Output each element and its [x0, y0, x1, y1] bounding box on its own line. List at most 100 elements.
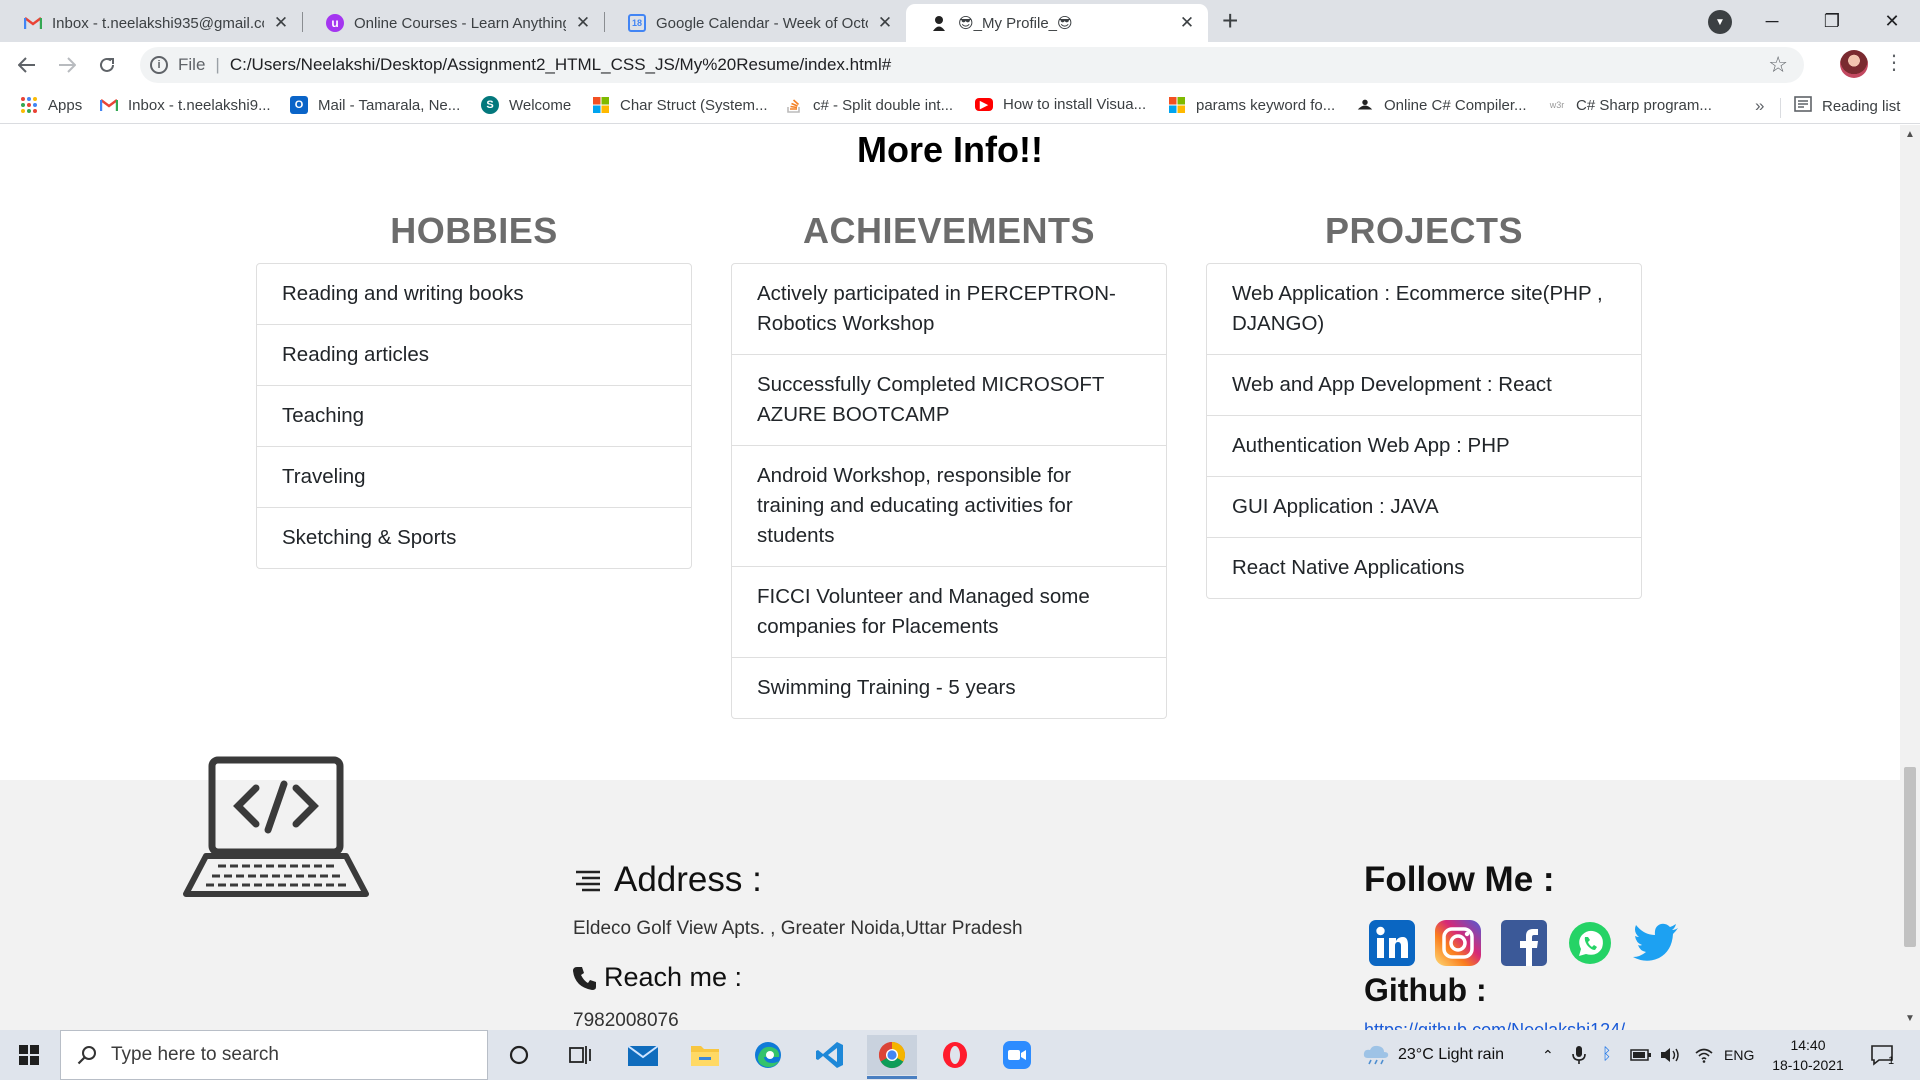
bookmark-inbox[interactable]: Inbox - t.neelakshi9...: [100, 96, 271, 114]
scroll-up-icon[interactable]: ▲: [1905, 129, 1915, 140]
minimize-icon[interactable]: ─: [1742, 0, 1802, 42]
notification-count: 1: [1888, 1055, 1895, 1067]
clock[interactable]: 14:40 18-10-2021: [1770, 1030, 1846, 1080]
bookmark-install-visual[interactable]: ▶ How to install Visua...: [975, 96, 1146, 113]
bookmark-star-icon[interactable]: ☆: [1768, 52, 1788, 78]
facebook-icon[interactable]: [1499, 918, 1549, 968]
calendar-icon: 18: [628, 14, 646, 32]
list-item: Teaching: [257, 385, 691, 446]
cortana-icon[interactable]: [494, 1035, 544, 1075]
bluetooth-icon[interactable]: ᛒ: [1602, 1030, 1612, 1080]
apps-grid-icon: [20, 96, 38, 114]
windows-start-icon[interactable]: [0, 1030, 58, 1080]
chrome-taskbar-icon[interactable]: [867, 1035, 917, 1075]
youtube-icon: ▶: [975, 98, 993, 111]
language-indicator[interactable]: ENG: [1724, 1030, 1754, 1080]
bookmark-params-keyword[interactable]: params keyword fo...: [1168, 96, 1335, 114]
page-scrollbar[interactable]: ▲ ▼: [1900, 125, 1920, 1030]
tab-search-icon[interactable]: ▼: [1708, 10, 1732, 34]
bookmark-label: Welcome: [509, 96, 572, 114]
bookmarks-overflow-button[interactable]: »: [1755, 96, 1764, 116]
bookmark-label: Apps: [48, 96, 83, 114]
address-bar[interactable]: i File | C:/Users/Neelakshi/Desktop/Assi…: [140, 47, 1804, 83]
list-item: Reading articles: [257, 324, 691, 385]
lines-icon: [574, 868, 602, 892]
close-icon[interactable]: ✕: [574, 13, 592, 33]
scroll-down-icon[interactable]: ▼: [1905, 1013, 1915, 1024]
taskbar-search-box[interactable]: Type here to search: [60, 1030, 488, 1080]
list-item: Web Application : Ecommerce site(PHP , D…: [1232, 282, 1603, 335]
mail-app-icon[interactable]: [618, 1035, 668, 1075]
opera-icon[interactable]: [930, 1035, 980, 1075]
window-close-icon[interactable]: ✕: [1862, 0, 1920, 42]
scrollbar-thumb[interactable]: [1904, 767, 1916, 947]
tab-udemy[interactable]: u Online Courses - Learn Anything, ✕: [302, 4, 604, 42]
achievements-list: Actively participated in PERCEPTRON-Robo…: [731, 263, 1167, 719]
restore-icon[interactable]: ❐: [1802, 0, 1862, 42]
bookmark-online-compiler[interactable]: Online C# Compiler...: [1356, 96, 1527, 114]
bookmark-apps[interactable]: Apps: [20, 96, 82, 114]
clock-time: 14:40: [1790, 1037, 1826, 1053]
microphone-icon[interactable]: [1572, 1030, 1586, 1080]
microsoft-icon: [592, 96, 610, 114]
bookmark-label: c# - Split double int...: [813, 96, 954, 114]
notifications-icon[interactable]: 1: [1870, 1030, 1894, 1080]
w3r-icon: w3r: [1549, 100, 1565, 110]
phone-number: 7982008076: [573, 1010, 679, 1031]
close-icon[interactable]: ✕: [1178, 13, 1196, 33]
reload-icon[interactable]: [92, 50, 122, 80]
close-icon[interactable]: ✕: [272, 13, 290, 33]
battery-icon[interactable]: [1630, 1030, 1652, 1080]
tray-overflow-icon[interactable]: ⌃: [1542, 1030, 1554, 1080]
edge-browser-icon[interactable]: [743, 1035, 793, 1075]
column-heading: ACHIEVEMENTS: [802, 210, 1096, 251]
active-app-indicator: [867, 1076, 917, 1079]
list-item: Authentication Web App : PHP: [1207, 415, 1641, 476]
weather-widget[interactable]: 23°C Light rain: [1362, 1030, 1504, 1080]
file-explorer-icon[interactable]: [680, 1035, 730, 1075]
volume-icon[interactable]: [1660, 1030, 1682, 1080]
list-item: Android Workshop, responsible for traini…: [732, 445, 1166, 566]
windows-taskbar: Type here to search 23°C Light rain ⌃ ᛒ: [0, 1030, 1920, 1080]
compiler-icon: [1356, 96, 1374, 114]
address-text: Eldeco Golf View Apts. , Greater Noida,U…: [573, 918, 1023, 939]
tab-gmail[interactable]: Inbox - t.neelakshi935@gmail.com ✕: [0, 4, 302, 42]
list-item: React Native Applications: [1207, 537, 1641, 598]
tab-calendar[interactable]: 18 Google Calendar - Week of Octo ✕: [604, 4, 906, 42]
vscode-icon[interactable]: [805, 1035, 855, 1075]
search-placeholder: Type here to search: [111, 1044, 279, 1065]
zoom-icon[interactable]: [992, 1035, 1042, 1075]
task-view-icon[interactable]: [555, 1035, 605, 1075]
new-tab-button[interactable]: +: [1222, 6, 1238, 36]
laptop-code-icon: [178, 738, 374, 913]
wifi-icon[interactable]: [1694, 1030, 1714, 1080]
instagram-icon[interactable]: [1433, 918, 1483, 968]
bookmark-mail[interactable]: O Mail - Tamarala, Ne...: [290, 96, 460, 114]
udemy-icon: u: [326, 14, 344, 32]
linkedin-icon[interactable]: [1367, 918, 1417, 968]
reading-list-button[interactable]: Reading list: [1794, 96, 1900, 116]
tab-title: 😎_My Profile_😎: [958, 15, 1073, 32]
bookmark-welcome[interactable]: S Welcome: [481, 96, 571, 114]
whatsapp-icon[interactable]: [1565, 918, 1615, 968]
back-arrow-icon[interactable]: [12, 50, 42, 80]
address-heading: Address :: [574, 860, 762, 900]
bookmark-char-struct[interactable]: Char Struct (System...: [592, 96, 768, 114]
list-item: Actively participated in PERCEPTRON-Robo…: [757, 282, 1116, 335]
tab-my-profile[interactable]: 😎_My Profile_😎 ✕: [906, 4, 1208, 42]
close-icon[interactable]: ✕: [876, 13, 894, 33]
tab-title: Google Calendar - Week of Octo: [656, 14, 868, 32]
url-text[interactable]: C:/Users/Neelakshi/Desktop/Assignment2_H…: [230, 55, 891, 75]
forward-arrow-icon[interactable]: [52, 50, 82, 80]
list-item: Reading and writing books: [282, 282, 524, 305]
bookmark-csharp-program[interactable]: w3r C# Sharp program...: [1548, 96, 1712, 114]
projects-column: PROJECTS Web Application : Ecommerce sit…: [1206, 207, 1642, 599]
more-menu-icon[interactable]: ⋮: [1884, 50, 1904, 75]
reading-list-label: Reading list: [1822, 97, 1901, 115]
info-icon[interactable]: i: [150, 56, 168, 74]
twitter-icon[interactable]: [1631, 918, 1681, 968]
column-heading: PROJECTS: [1324, 210, 1524, 251]
profile-avatar[interactable]: [1840, 50, 1868, 78]
url-separator: |: [215, 55, 220, 74]
bookmark-split-double[interactable]: c# - Split double int...: [785, 96, 953, 114]
